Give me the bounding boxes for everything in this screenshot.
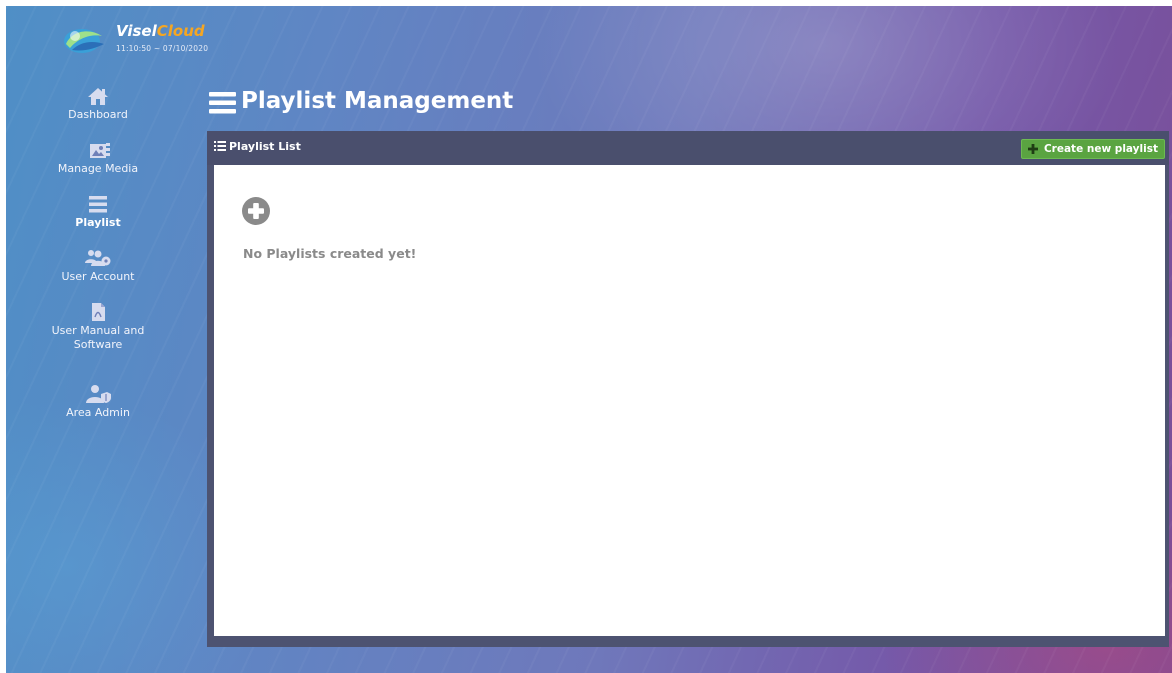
user-shield-icon <box>86 385 111 403</box>
pdf-file-icon <box>92 303 105 321</box>
current-datetime: 11:10:50 ~ 07/10/2020 <box>116 44 209 53</box>
sidebar-item-label: Playlist <box>75 216 121 229</box>
empty-state-message: No Playlists created yet! <box>243 246 417 261</box>
home-icon <box>88 88 108 105</box>
sidebar-nav: Dashboard Manage Media Playlist User Acc… <box>6 86 190 438</box>
create-playlist-label: Create new playlist <box>1043 143 1158 155</box>
panel-body: No Playlists created yet! <box>214 165 1165 636</box>
playlist-icon <box>89 196 107 213</box>
sidebar-item-dashboard[interactable]: Dashboard <box>6 86 190 140</box>
plus-icon <box>1027 144 1038 154</box>
users-gear-icon <box>85 250 111 266</box>
bars-icon <box>209 92 236 114</box>
panel-title: Playlist List <box>214 140 301 153</box>
page-title-text: Playlist Management <box>241 88 514 114</box>
visel-globe-logo-icon <box>64 29 104 53</box>
panel-header: Playlist List Create new playlist <box>207 131 1169 165</box>
plus-circle-icon[interactable] <box>241 196 271 226</box>
sidebar-item-label: Area Admin <box>66 406 130 419</box>
sidebar-item-label: User Account <box>61 270 135 283</box>
sidebar-item-manage-media[interactable]: Manage Media <box>6 140 190 194</box>
sidebar-item-user-account[interactable]: User Account <box>6 248 190 302</box>
brand-name-part1: Visel <box>116 22 157 40</box>
brand-name-part2: Cloud <box>156 22 205 40</box>
sidebar-item-label: Manage Media <box>57 162 139 175</box>
app-window: ViselCloud 11:10:50 ~ 07/10/2020 Dashboa… <box>6 6 1172 673</box>
sidebar-item-user-manual[interactable]: User Manual and Software <box>6 302 190 384</box>
sidebar-item-playlist[interactable]: Playlist <box>6 194 190 248</box>
sidebar-item-area-admin[interactable]: Area Admin <box>6 384 190 438</box>
create-playlist-button[interactable]: Create new playlist <box>1020 139 1165 159</box>
sidebar-item-label: User Manual and Software <box>51 324 145 351</box>
media-icon <box>90 143 110 158</box>
playlist-panel: Playlist List Create new playlist No Pla… <box>207 131 1169 647</box>
brand-name: ViselCloud <box>116 22 205 40</box>
sidebar-item-label: Dashboard <box>68 108 128 121</box>
list-icon <box>214 141 226 151</box>
panel-title-text: Playlist List <box>229 140 301 153</box>
